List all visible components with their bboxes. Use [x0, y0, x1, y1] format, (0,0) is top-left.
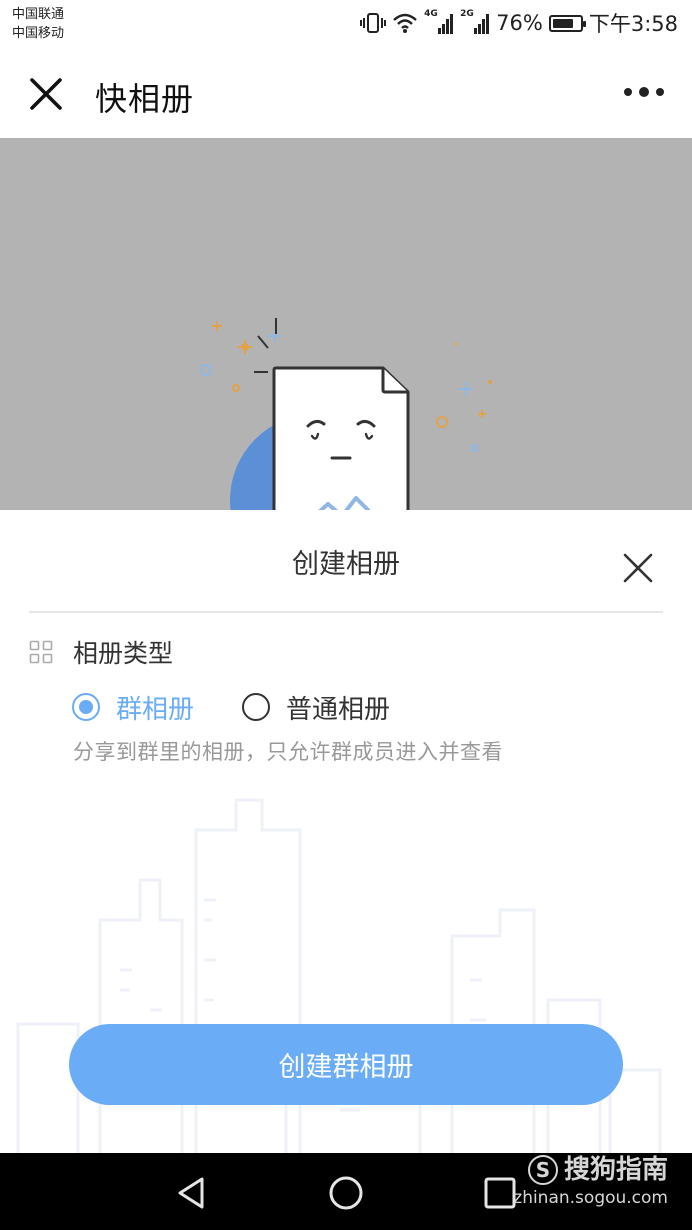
signal-2-icon: 2G: [460, 9, 490, 34]
option-normal-album[interactable]: 普通相册: [242, 689, 390, 726]
option-group-album[interactable]: 群相册: [72, 689, 194, 726]
empty-album-illustration: [200, 318, 492, 510]
battery-fill: [552, 18, 573, 28]
back-icon[interactable]: [172, 1173, 212, 1213]
radio-unselected-icon[interactable]: [242, 693, 271, 721]
sogou-logo: S: [527, 1155, 558, 1185]
sheet-close-icon[interactable]: [620, 550, 656, 586]
album-type-label: 相册类型: [73, 639, 174, 668]
signal-2-tag: 2G: [460, 9, 474, 19]
sheet-divider: [29, 611, 663, 613]
battery-icon: [548, 14, 586, 32]
sheet-title: 创建相册: [292, 549, 400, 580]
page-title: 快相册: [95, 80, 195, 118]
nav-bar: 快相册: [0, 46, 692, 138]
status-bar: 中国联通 中国移动 4G 2G 76% 下午3:58: [0, 0, 692, 46]
watermark: S 搜狗指南 zhinan.sogou.com: [513, 1153, 668, 1209]
home-icon[interactable]: [326, 1173, 366, 1213]
modal-backdrop[interactable]: [0, 138, 692, 510]
grid-icon: [29, 640, 53, 664]
more-options-icon[interactable]: [624, 82, 664, 102]
create-group-album-button[interactable]: 创建群相册: [69, 1024, 623, 1105]
status-icons: 4G 2G 76% 下午3:58: [360, 8, 678, 38]
carrier-2: 中国移动: [12, 26, 65, 41]
album-type-options: 群相册 普通相册: [72, 687, 438, 727]
option-group-album-label: 群相册: [116, 694, 195, 725]
wifi-icon: [393, 13, 417, 33]
battery-percent: 76%: [496, 11, 543, 35]
close-icon[interactable]: [24, 74, 68, 114]
watermark-brand: S 搜狗指南: [513, 1153, 668, 1187]
signal-1-icon: 4G: [424, 9, 454, 34]
album-type-description: 分享到群里的相册，只允许群成员进入并查看: [73, 740, 503, 764]
option-normal-album-label: 普通相册: [286, 694, 391, 725]
carrier-info: 中国联通 中国移动: [12, 5, 64, 43]
create-album-sheet: 创建相册 相册类型 群相册 普通相册 分享到群里的相册，只允许群成员进入并查看 …: [0, 510, 692, 1153]
radio-selected-icon[interactable]: [72, 693, 100, 721]
clock: 下午3:58: [588, 12, 678, 36]
watermark-url: zhinan.sogou.com: [513, 1188, 668, 1208]
system-nav-bar: S 搜狗指南 zhinan.sogou.com: [0, 1153, 692, 1230]
carrier-1: 中国联通: [12, 7, 65, 22]
watermark-brand-text: 搜狗指南: [563, 1155, 668, 1185]
signal-1-tag: 4G: [424, 9, 438, 19]
vibrate-icon: [360, 13, 387, 33]
